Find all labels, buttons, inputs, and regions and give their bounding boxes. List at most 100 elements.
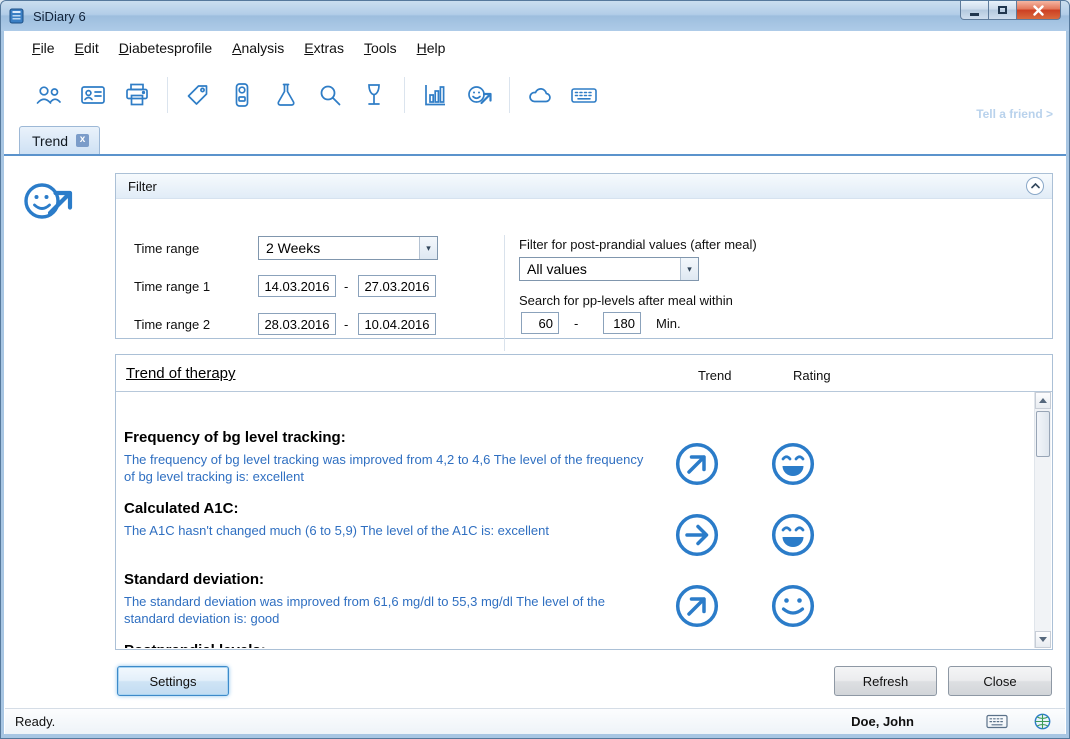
menu-help[interactable]: Help [408, 36, 455, 60]
pp-search-label: Search for pp-levels after meal within [519, 293, 733, 308]
refresh-button[interactable]: Refresh [834, 666, 937, 696]
time-range-label: Time range [134, 241, 200, 256]
globe-icon[interactable] [1034, 713, 1051, 730]
chevron-down-icon: ▾ [419, 237, 437, 259]
trend-smiley-icon [467, 86, 492, 105]
menu-extras[interactable]: Extras [295, 36, 353, 60]
vertical-scrollbar[interactable] [1034, 392, 1051, 648]
meter-device-icon [235, 83, 249, 107]
cloud-sync-button[interactable] [518, 75, 562, 115]
lab-flask-icon [277, 83, 295, 106]
time-range2-label: Time range 2 [134, 317, 211, 332]
rating-smiley-icon [770, 441, 816, 487]
tab-strip: Trend x [5, 125, 1065, 154]
trend-arrow-icon [674, 583, 720, 629]
tab-trend[interactable]: Trend x [19, 126, 101, 154]
menu-bar: File Edit Diabetesprofile Analysis Extra… [5, 31, 1065, 65]
menu-file[interactable]: File [23, 36, 64, 60]
toolbar-separator [509, 77, 510, 113]
minimize-icon [970, 12, 979, 16]
filter-body: Time range 2 Weeks ▾ Time range 1 - Time… [116, 199, 1052, 351]
filter-panel: Filter Time range 2 Weeks ▾ Time range 1… [115, 173, 1053, 351]
trend-arrow-icon [674, 512, 720, 558]
tab-close-icon[interactable]: x [76, 134, 90, 147]
row-title: Frequency of bg level tracking: [124, 429, 346, 446]
rating-smiley-icon [770, 583, 816, 629]
tag-button[interactable] [176, 75, 220, 115]
scroll-up-button[interactable] [1035, 392, 1051, 409]
print-button[interactable] [115, 75, 159, 115]
close-window-button[interactable] [1016, 1, 1061, 20]
time-range-select[interactable]: 2 Weeks ▾ [258, 236, 438, 260]
pp-max-input[interactable] [603, 312, 641, 334]
keyboard-button[interactable] [562, 75, 606, 115]
tell-a-friend-link[interactable]: Tell a friend > [976, 107, 1053, 121]
statistics-button[interactable] [413, 75, 457, 115]
toolbar-separator [404, 77, 405, 113]
row-description: The frequency of bg level tracking was i… [124, 452, 644, 484]
keyboard-icon [571, 88, 597, 103]
scroll-down-button[interactable] [1035, 631, 1051, 648]
search-icon [320, 85, 341, 106]
keyboard-status-icon[interactable] [986, 714, 1008, 729]
trend-row-a1c: Calculated A1C: The A1C hasn't changed m… [124, 499, 1034, 570]
window-controls [960, 1, 1061, 20]
trend-arrow-icon [674, 441, 720, 487]
rating-column-header: Rating [793, 368, 831, 383]
trend-rows: Frequency of bg level tracking: The freq… [116, 392, 1034, 648]
glass-button[interactable] [352, 75, 396, 115]
time-range2-from-input[interactable] [258, 313, 336, 335]
close-icon [1033, 4, 1044, 16]
menu-tools[interactable]: Tools [355, 36, 406, 60]
row-description: The A1C hasn't changed much (6 to 5,9) T… [124, 523, 549, 538]
toolbar: Tell a friend > [5, 65, 1065, 125]
trend-column-header: Trend [698, 368, 732, 383]
title-bar[interactable]: SiDiary 6 [1, 1, 1069, 31]
current-user: Doe, John [851, 714, 914, 729]
main-content: Filter Time range 2 Weeks ▾ Time range 1… [5, 156, 1065, 708]
trend-button[interactable] [457, 75, 501, 115]
tag-icon [187, 85, 208, 105]
filter-panel-header[interactable]: Filter [116, 174, 1052, 199]
users-icon [36, 86, 61, 104]
tab-trend-label: Trend [32, 132, 69, 149]
contact-card-button[interactable] [71, 75, 115, 115]
status-text: Ready. [15, 714, 56, 729]
toolbar-separator [167, 77, 168, 113]
pp-filter-select[interactable]: All values ▾ [519, 257, 699, 281]
time-range1-label: Time range 1 [134, 279, 211, 294]
time-range1-from-input[interactable] [258, 275, 336, 297]
minimize-button[interactable] [960, 1, 989, 20]
menu-diabetesprofile[interactable]: Diabetesprofile [110, 36, 221, 60]
pp-filter-value: All values [527, 261, 587, 277]
rating-smiley-icon [770, 512, 816, 558]
time-range2-to-input[interactable] [358, 313, 436, 335]
pp-filter-label: Filter for post-prandial values (after m… [519, 237, 757, 252]
glass-icon [368, 84, 380, 105]
maximize-button[interactable] [989, 1, 1016, 20]
status-bar: Ready. Doe, John [5, 708, 1065, 734]
chevron-down-icon: ▾ [680, 258, 698, 280]
collapse-panel-button[interactable] [1026, 177, 1044, 195]
trend-page-icon [21, 176, 75, 233]
meter-device-button[interactable] [220, 75, 264, 115]
time-range1-to-input[interactable] [358, 275, 436, 297]
menu-edit[interactable]: Edit [66, 36, 108, 60]
row-title: Standard deviation: [124, 571, 265, 588]
settings-button[interactable]: Settings [117, 666, 229, 696]
scrollbar-thumb[interactable] [1036, 411, 1050, 457]
trend-row-frequency: Frequency of bg level tracking: The freq… [124, 428, 1034, 499]
lab-flask-button[interactable] [264, 75, 308, 115]
pp-unit-label: Min. [656, 316, 681, 331]
trend-row-postprandial: Postprandial levels: [124, 641, 1034, 648]
close-tab-button[interactable]: Close [948, 666, 1052, 696]
users-button[interactable] [27, 75, 71, 115]
pp-min-input[interactable] [521, 312, 559, 334]
menu-analysis[interactable]: Analysis [223, 36, 293, 60]
range1-dash: - [344, 279, 349, 294]
search-button[interactable] [308, 75, 352, 115]
contact-card-icon [81, 86, 105, 104]
scrollbar-track[interactable] [1035, 409, 1051, 631]
trend-row-std-deviation: Standard deviation: The standard deviati… [124, 570, 1034, 641]
maximize-icon [998, 6, 1007, 14]
